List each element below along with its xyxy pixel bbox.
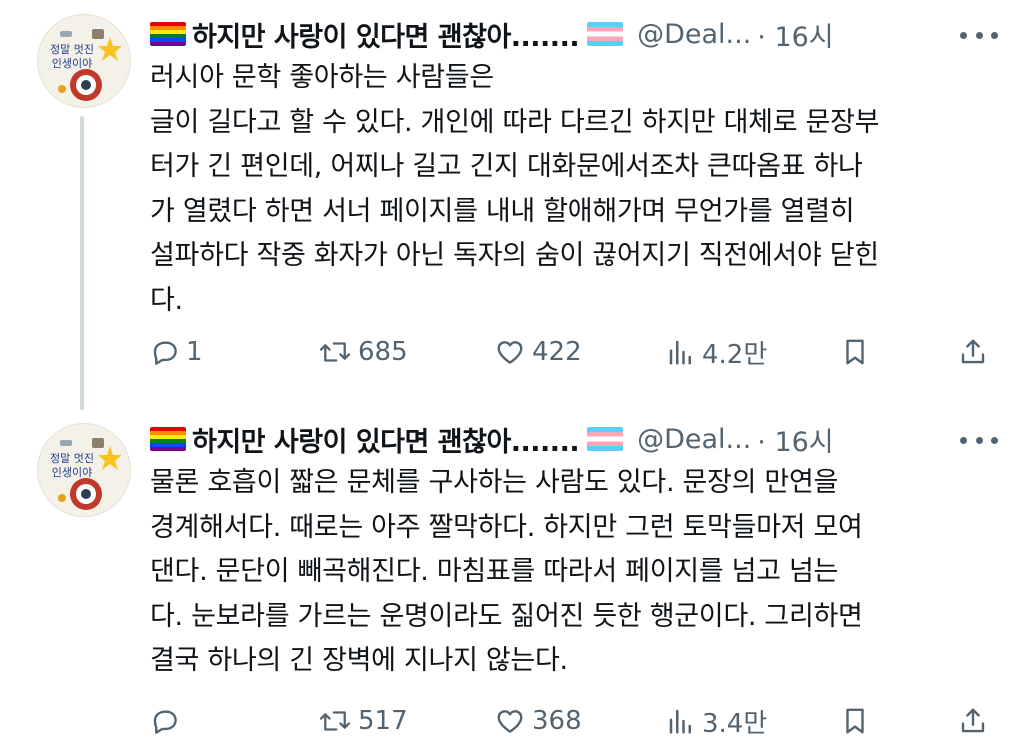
display-name[interactable]: 하지만 사랑이 있다면 괜찮아....... (192, 15, 580, 54)
like-icon (494, 706, 526, 736)
like-button[interactable]: 368 (494, 706, 582, 736)
avatar-text-line1: 정말 멋진 (50, 43, 94, 56)
retweet-count: 685 (358, 337, 408, 367)
reply-button[interactable] (150, 706, 186, 736)
reply-icon (150, 706, 180, 736)
share-button[interactable] (958, 706, 988, 736)
tweet[interactable]: 정말 멋진 인생이야 하지만 사랑이 있다면 괜찮아....... @Deal.… (0, 405, 1024, 752)
rainbow-flag-icon (150, 22, 186, 46)
bookmark-button[interactable] (840, 706, 870, 736)
tweet-text-line: 물론 호흡이 짧은 문체를 구사하는 사람도 있다. 문장의 만연을 (150, 467, 839, 498)
like-icon (494, 337, 526, 367)
tweet-text-line: 터가 긴 편인데, 어찌나 길고 긴지 대화문에서조차 큰따옴표 하나 (150, 151, 863, 182)
avatar-text-line2: 인생이야 (52, 466, 92, 479)
views-count: 3.4만 (702, 708, 768, 739)
avatar[interactable]: 정말 멋진 인생이야 (37, 14, 131, 108)
timestamp[interactable]: · 16시 (757, 420, 833, 459)
like-count: 422 (532, 337, 582, 367)
tweet-text-line: 댄다. 문단이 빼곡해진다. 마침표를 따라서 페이지를 넘고 넘는 (150, 556, 839, 587)
tweet-text-line: 결국 하나의 긴 장벽에 지나지 않는다. (150, 645, 568, 676)
views-icon (666, 337, 696, 367)
tweet-text-line: 다. 눈보라를 가르는 운명이라도 짊어진 듯한 행군이다. 그리하면 (150, 600, 863, 632)
retweet-button[interactable]: 517 (318, 706, 408, 736)
more-icon[interactable] (956, 425, 1002, 455)
retweet-icon (318, 706, 352, 736)
views-button[interactable]: 4.2만 (666, 334, 767, 371)
reply-icon (150, 337, 180, 367)
retweet-count: 517 (358, 706, 408, 736)
bookmark-icon (840, 706, 870, 736)
like-button[interactable]: 422 (494, 337, 582, 367)
handle[interactable]: @Deal... (637, 19, 751, 50)
avatar[interactable]: 정말 멋진 인생이야 (37, 423, 131, 517)
more-icon[interactable] (956, 20, 1002, 50)
share-icon (958, 337, 988, 367)
tweet-text-line: 글이 길다고 할 수 있다. 개인에 따라 다르긴 하지만 대체로 문장부 (150, 106, 880, 138)
avatar-text-line1: 정말 멋진 (50, 452, 94, 465)
tweet-text-line: 경계해서다. 때로는 아주 짤막하다. 하지만 그런 토막들마저 모여 (150, 511, 863, 543)
share-icon (958, 706, 988, 736)
views-icon (666, 706, 696, 736)
tweet-text: 물론 호흡이 짧은 문체를 구사하는 사람도 있다. 문장의 만연을 경계해서다… (150, 461, 990, 684)
timestamp[interactable]: · 16시 (757, 15, 833, 54)
bookmark-icon (840, 337, 870, 367)
retweet-icon (318, 337, 352, 367)
reply-button[interactable]: 1 (150, 337, 203, 367)
tweet-text-line: 가 열렸다 하면 서너 페이지를 내내 할애해가며 무언가를 열렬히 (150, 195, 855, 227)
like-count: 368 (532, 706, 582, 736)
tweet-text-line: 러시아 문학 좋아하는 사람들은 (150, 62, 494, 93)
views-button[interactable]: 3.4만 (666, 703, 767, 740)
trans-flag-icon (587, 22, 624, 46)
action-bar: 517 368 3.4만 (150, 701, 994, 741)
bookmark-button[interactable] (840, 337, 870, 367)
tweet-text: 러시아 문학 좋아하는 사람들은 글이 길다고 할 수 있다. 개인에 따라 다… (150, 56, 990, 323)
action-bar: 1 685 422 4.2만 (150, 332, 994, 372)
views-count: 4.2만 (702, 339, 768, 370)
tweet-header: 하지만 사랑이 있다면 괜찮아....... @Deal... · 16시 (150, 417, 1004, 461)
retweet-button[interactable]: 685 (318, 337, 408, 367)
tweet-text-line: 다. (150, 284, 183, 316)
tweet-text-line: 설파하다 작중 화자가 아닌 독자의 숨이 끊어지기 직전에서야 닫힌 (150, 240, 879, 271)
share-button[interactable] (958, 337, 988, 367)
tweet[interactable]: 정말 멋진 인생이야 하지만 사랑이 있다면 괜찮아....... @Deal.… (0, 0, 1024, 400)
avatar-text-line2: 인생이야 (52, 57, 92, 70)
tweet-header: 하지만 사랑이 있다면 괜찮아....... @Deal... · 16시 (150, 12, 1004, 56)
rainbow-flag-icon (150, 427, 186, 451)
handle[interactable]: @Deal... (637, 424, 751, 455)
reply-count: 1 (186, 337, 203, 367)
display-name[interactable]: 하지만 사랑이 있다면 괜찮아....... (192, 420, 580, 459)
trans-flag-icon (587, 427, 624, 451)
